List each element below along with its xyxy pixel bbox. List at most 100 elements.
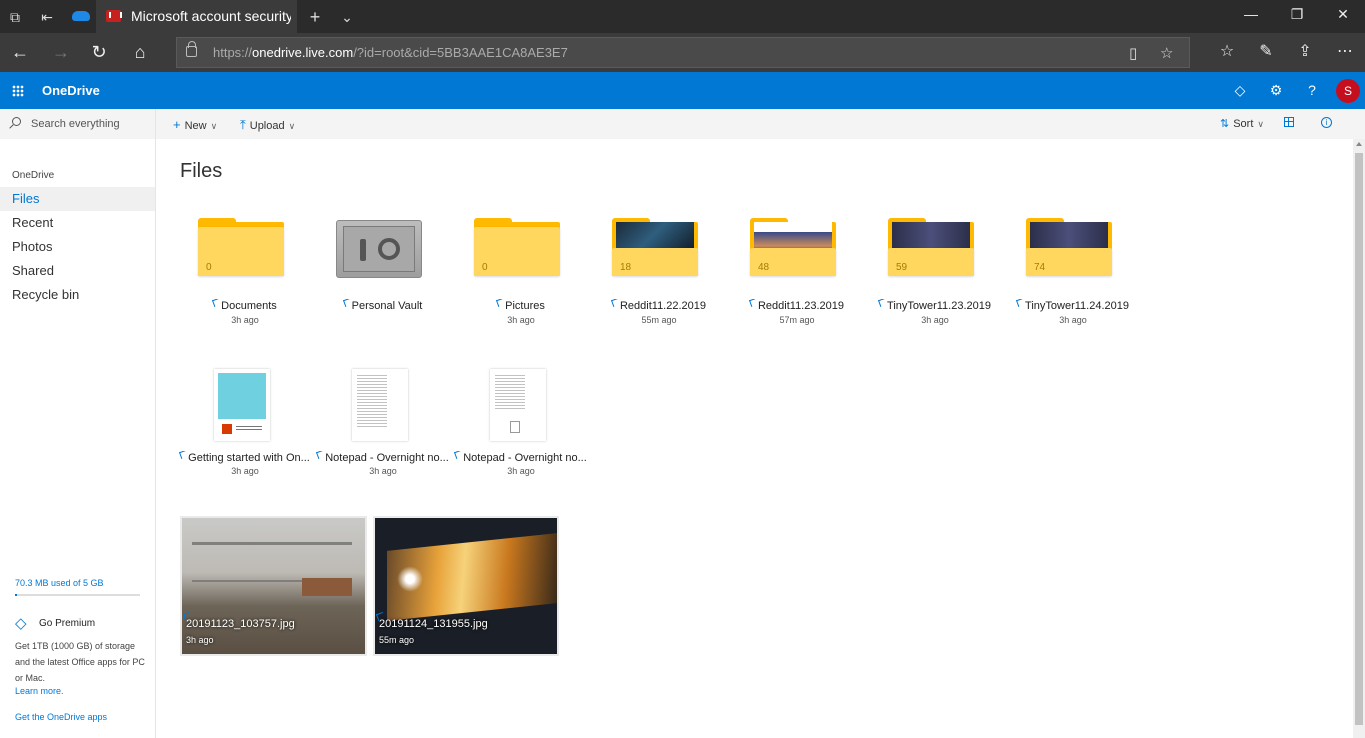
folder-icon: 0 [198, 218, 284, 278]
folder-name: Reddit11.22.2019 [590, 299, 728, 312]
reading-view-icon[interactable]: ▯ [1129, 44, 1137, 62]
document-thumbnail [352, 369, 408, 441]
scrollbar[interactable] [1353, 139, 1365, 738]
mail-favicon-icon [106, 10, 122, 22]
sync-status-icon [454, 451, 464, 459]
refresh-icon[interactable]: ↻ [88, 41, 110, 63]
search-placeholder: Search everything [31, 118, 120, 130]
storage-quota-link[interactable]: 70.3 MB used of 5 GB [15, 578, 104, 588]
tab-actions-icon[interactable]: ⧉ [6, 8, 24, 26]
modified-time: 3h ago [507, 466, 535, 476]
personal-vault-tile[interactable]: Personal Vault [314, 218, 452, 348]
chevron-down-icon: ∨ [210, 121, 218, 131]
home-icon[interactable]: ⌂ [129, 41, 151, 63]
folder-tile[interactable]: 74 TinyTower11.24.2019 3h ago [1004, 218, 1142, 348]
modified-time: 57m ago [779, 315, 815, 325]
modified-time: 3h ago [186, 635, 214, 645]
more-icon[interactable]: ⋯ [1334, 41, 1356, 63]
sort-icon: ⇅ [1220, 118, 1230, 130]
sidebar-item-files[interactable]: Files [0, 187, 155, 211]
plus-icon: + [173, 117, 181, 132]
get-apps-link[interactable]: Get the OneDrive apps [15, 712, 107, 722]
restore-icon[interactable]: ❐ [1287, 6, 1307, 23]
address-bar-row: ← → ↻ ⌂ https://onedrive.live.com/?id=ro… [0, 33, 1365, 72]
settings-gear-icon[interactable]: ⚙ [1267, 82, 1285, 99]
pen-icon[interactable]: ✎ [1255, 41, 1277, 63]
modified-time: 55m ago [641, 315, 677, 325]
url-text: https://onedrive.live.com/?id=root&cid=5… [213, 45, 568, 60]
share-icon[interactable]: ⇪ [1294, 41, 1316, 63]
text-file-icon [510, 421, 520, 433]
left-nav: Search everything OneDrive Files Recent … [0, 109, 156, 738]
chevron-down-icon: ∨ [288, 121, 296, 131]
sync-status-icon [496, 299, 506, 307]
folder-icon: 74 [1026, 218, 1112, 278]
avatar[interactable]: S [1336, 79, 1360, 103]
diamond-icon: ◇ [15, 615, 27, 632]
sidebar-item-recent[interactable]: Recent [0, 211, 155, 235]
folder-name: TinyTower11.23.2019 [866, 299, 1004, 312]
view-grid-icon[interactable] [1284, 117, 1294, 127]
favorite-star-icon[interactable]: ☆ [1160, 44, 1173, 62]
close-icon[interactable]: ✕ [1333, 6, 1353, 23]
help-icon[interactable]: ? [1303, 82, 1321, 98]
modified-time: 3h ago [369, 466, 397, 476]
folder-name: Personal Vault [314, 299, 452, 312]
sidebar-item-shared[interactable]: Shared [0, 259, 155, 283]
folder-name: Documents [176, 299, 314, 312]
app-title[interactable]: OneDrive [42, 83, 100, 98]
modified-time: 3h ago [1059, 315, 1087, 325]
folder-tile[interactable]: 0 Documents 3h ago [176, 218, 314, 348]
file-tile[interactable]: Getting started with On... 3h ago [176, 369, 314, 499]
photo-tile[interactable]: 20191124_131955.jpg 55m ago [373, 516, 559, 656]
folder-tile[interactable]: 48 Reddit11.23.2019 57m ago [728, 218, 866, 348]
search-icon [12, 117, 21, 126]
sync-status-icon [610, 299, 620, 307]
onedrive-tab-icon[interactable] [72, 11, 90, 21]
folder-tile[interactable]: 0 Pictures 3h ago [452, 218, 590, 348]
file-name: Getting started with On... [176, 451, 314, 464]
pdf-thumbnail [214, 369, 270, 441]
sidebar-item-photos[interactable]: Photos [0, 235, 155, 259]
vault-icon [336, 220, 422, 278]
search-input[interactable]: Search everything [0, 109, 155, 139]
tab-active[interactable]: Microsoft account security c [96, 0, 297, 33]
sync-status-icon [748, 299, 758, 307]
chevron-down-icon: ∨ [1257, 119, 1264, 129]
storage-quota-bar [15, 594, 140, 596]
new-button[interactable]: + New ∨ [173, 117, 217, 132]
go-premium-title: Go Premium [39, 618, 96, 629]
app-launcher-icon[interactable] [12, 85, 24, 97]
folder-icon: 59 [888, 218, 974, 278]
tab-title: Microsoft account security c [131, 8, 291, 24]
minimize-icon[interactable]: — [1241, 6, 1261, 22]
folder-name: Pictures [452, 299, 590, 312]
new-tab-icon[interactable]: + [306, 8, 324, 26]
photo-name: 20191123_103757.jpg [186, 618, 295, 630]
sync-status-icon [316, 451, 326, 459]
modified-time: 3h ago [231, 466, 259, 476]
back-icon[interactable]: ← [9, 41, 31, 63]
favorites-icon[interactable]: ☆ [1216, 41, 1238, 63]
tab-list-chevron-icon[interactable]: ⌄ [338, 8, 356, 26]
info-icon[interactable]: i [1321, 117, 1332, 128]
photo-name: 20191124_131955.jpg [379, 618, 488, 630]
lock-icon [186, 41, 197, 57]
set-tabs-aside-icon[interactable]: ⇤ [38, 8, 56, 26]
onedrive-header: OneDrive ◇ ⚙ ? S [0, 72, 1365, 109]
learn-more-link[interactable]: Learn more. [15, 686, 64, 696]
file-tile[interactable]: Notepad - Overnight no... 3h ago [314, 369, 452, 499]
folder-tile[interactable]: 59 TinyTower11.23.2019 3h ago [866, 218, 1004, 348]
url-input[interactable]: https://onedrive.live.com/?id=root&cid=5… [176, 37, 1190, 68]
forward-icon[interactable]: → [50, 41, 72, 63]
sidebar-item-recycle-bin[interactable]: Recycle bin [0, 283, 155, 307]
upload-button[interactable]: ⤒ Upload ∨ [240, 117, 295, 133]
folder-tile[interactable]: 18 Reddit11.22.2019 55m ago [590, 218, 728, 348]
modified-time: 3h ago [507, 315, 535, 325]
sort-button[interactable]: ⇅ Sort ∨ [1220, 117, 1264, 130]
modified-time: 55m ago [379, 635, 415, 645]
page-title: Files [180, 160, 223, 182]
photo-tile[interactable]: 20191123_103757.jpg 3h ago [180, 516, 367, 656]
file-tile[interactable]: Notepad - Overnight no... 3h ago [452, 369, 590, 499]
premium-diamond-icon[interactable]: ◇ [1231, 82, 1249, 99]
